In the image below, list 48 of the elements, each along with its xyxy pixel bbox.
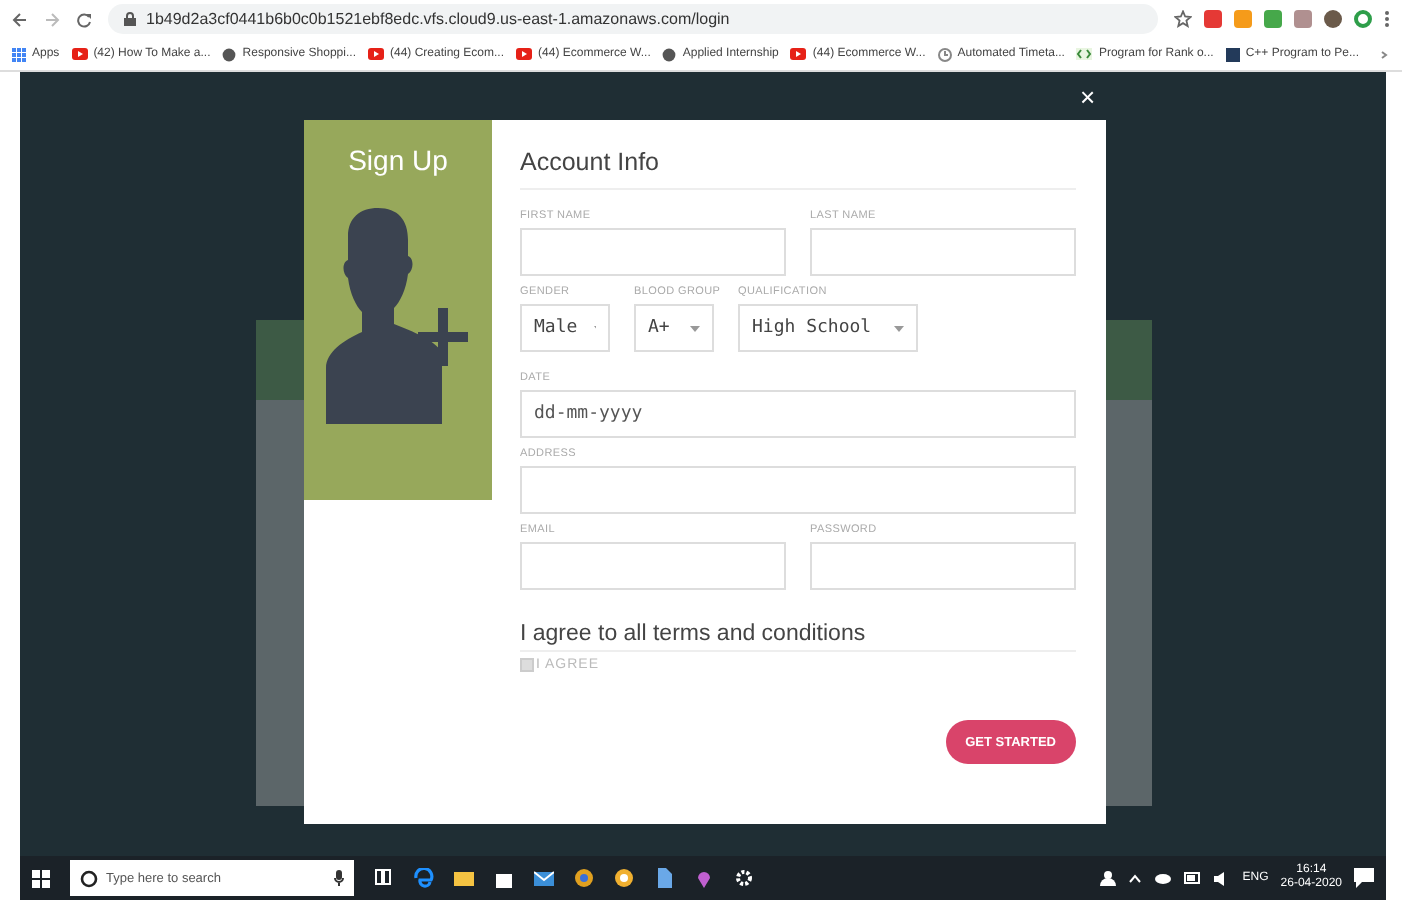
dropdown-caret-icon bbox=[894, 325, 904, 331]
play-icon bbox=[516, 48, 533, 60]
date-field[interactable]: dd-mm-yyyy bbox=[520, 390, 1076, 438]
address-bar[interactable]: 1b49d2a3cf0441b6b0c0b1521ebf8edc.vfs.cloud9.us-east-1.amazonaws.com/login bbox=[108, 4, 1158, 34]
search-icon bbox=[80, 869, 98, 887]
microphone-icon bbox=[334, 870, 344, 886]
settings-icon[interactable] bbox=[734, 868, 754, 888]
input-field[interactable] bbox=[810, 228, 1076, 276]
play-icon bbox=[790, 48, 807, 60]
menu-icon[interactable] bbox=[1384, 10, 1390, 28]
task-view-icon[interactable] bbox=[374, 868, 394, 888]
folder-icon[interactable] bbox=[454, 868, 474, 888]
play-icon bbox=[71, 48, 88, 60]
code-icon bbox=[1076, 48, 1093, 60]
battery-icon[interactable] bbox=[1184, 872, 1203, 884]
user-add-icon bbox=[326, 204, 470, 428]
more-bookmarks-icon[interactable] bbox=[1380, 49, 1390, 59]
mail-icon[interactable] bbox=[534, 868, 554, 888]
password-field[interactable] bbox=[810, 542, 1076, 590]
section-title: Account Info bbox=[520, 148, 1076, 190]
browser-edge-icon[interactable] bbox=[414, 868, 434, 888]
pin-icon[interactable] bbox=[694, 868, 714, 888]
reload-icon[interactable] bbox=[76, 11, 92, 27]
windows-start-icon[interactable] bbox=[32, 869, 50, 887]
people-icon[interactable] bbox=[1100, 870, 1117, 886]
cloud-icon[interactable] bbox=[1154, 872, 1173, 884]
select-field[interactable]: High School bbox=[738, 304, 918, 352]
profile-avatar-icon[interactable] bbox=[1324, 10, 1342, 28]
panel-title: Sign Up bbox=[348, 144, 448, 176]
terms-heading: I agree to all terms and conditions bbox=[520, 622, 1076, 652]
notification-icon[interactable] bbox=[1354, 868, 1374, 888]
agree-checkbox[interactable] bbox=[520, 658, 534, 672]
dropdown-caret-icon bbox=[690, 325, 700, 331]
input-field[interactable] bbox=[520, 466, 1076, 514]
back-icon[interactable] bbox=[12, 11, 28, 27]
input-field[interactable] bbox=[520, 542, 786, 590]
input-field[interactable] bbox=[520, 228, 786, 276]
document-icon[interactable] bbox=[654, 868, 674, 888]
close-button[interactable]: × bbox=[1080, 84, 1096, 110]
clock-icon bbox=[937, 47, 952, 61]
play-icon bbox=[367, 48, 384, 60]
apps-grid-icon bbox=[12, 47, 26, 61]
select-field[interactable]: Male bbox=[520, 304, 610, 352]
star-icon[interactable] bbox=[1174, 10, 1192, 28]
select-field[interactable]: A+ bbox=[634, 304, 714, 352]
ring-extension-icon[interactable] bbox=[1354, 10, 1372, 28]
site-logo-icon bbox=[1225, 47, 1240, 61]
chevron-up-icon[interactable] bbox=[1128, 873, 1143, 883]
